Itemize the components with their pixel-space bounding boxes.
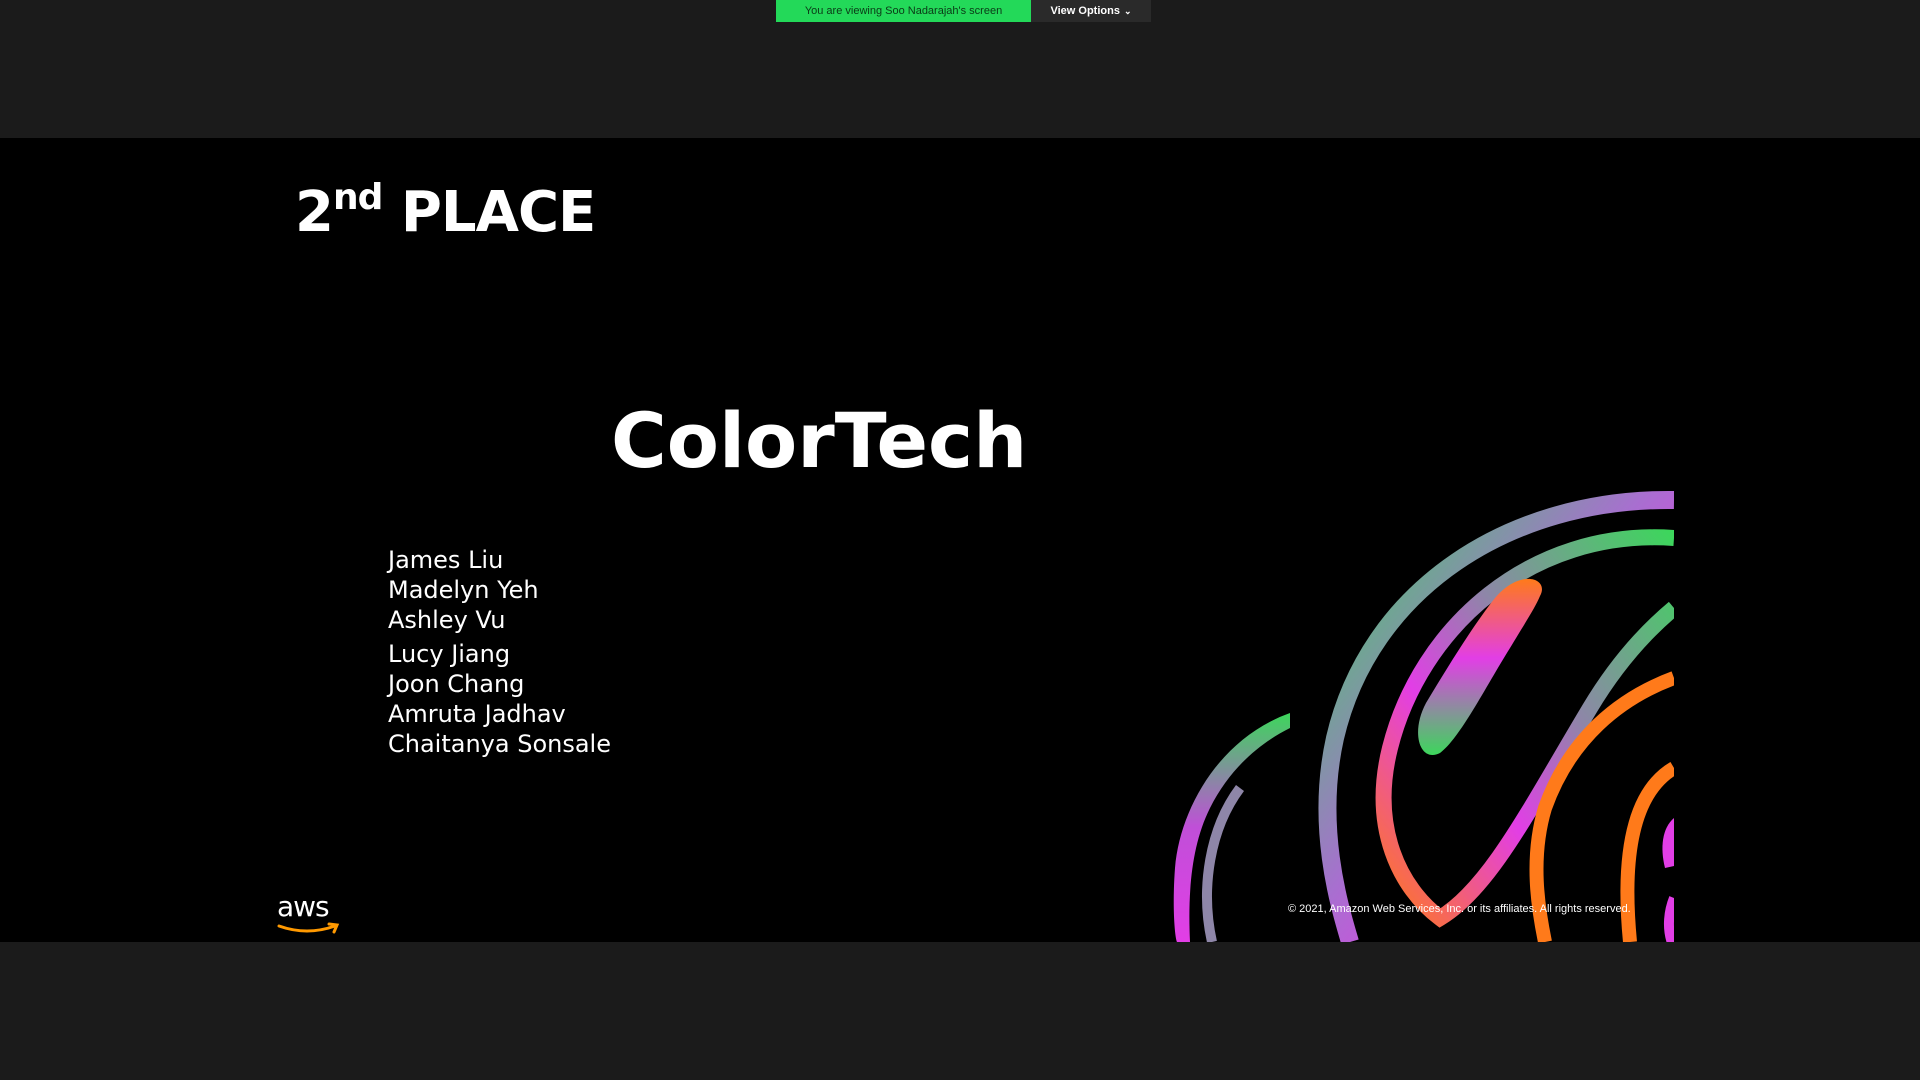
aws-logo: aws [277,893,341,937]
screen-share-banner: You are viewing Soo Nadarajah's screen [776,0,1031,22]
place-number: 2 [295,180,334,245]
decorative-swirl-graphic [1173,490,1674,942]
list-item: James Liu [388,546,504,574]
shared-slide: 2nd PLACE ColorTech James Liu Madelyn Ye… [0,138,1920,942]
copyright-notice: © 2021, Amazon Web Services, Inc. or its… [1288,903,1631,915]
view-options-label: View Options [1050,5,1120,17]
place-word: PLACE [400,180,596,245]
team-name: ColorTech [611,396,1028,485]
team-members-list: James Liu Madelyn Yeh Ashley Vu Lucy Jia… [388,545,611,759]
list-item: Amruta Jadhav [388,700,566,728]
slide-place-heading: 2nd PLACE [295,177,596,241]
aws-logo-text: aws [277,890,330,923]
list-item: Chaitanya Sonsale [388,730,611,758]
chevron-down-icon: ⌄ [1123,5,1132,16]
list-item: Ashley Vu [388,606,506,634]
screen-share-bar: You are viewing Soo Nadarajah's screen V… [776,0,1151,22]
view-options-button[interactable]: View Options ⌄ [1031,0,1151,22]
aws-smile-icon [277,922,340,934]
list-item: Madelyn Yeh [388,576,539,604]
screen-share-text: You are viewing Soo Nadarajah's screen [804,5,1003,17]
place-suffix: nd [332,177,383,218]
list-item: Joon Chang [388,670,525,698]
list-item: Lucy Jiang [388,640,511,668]
